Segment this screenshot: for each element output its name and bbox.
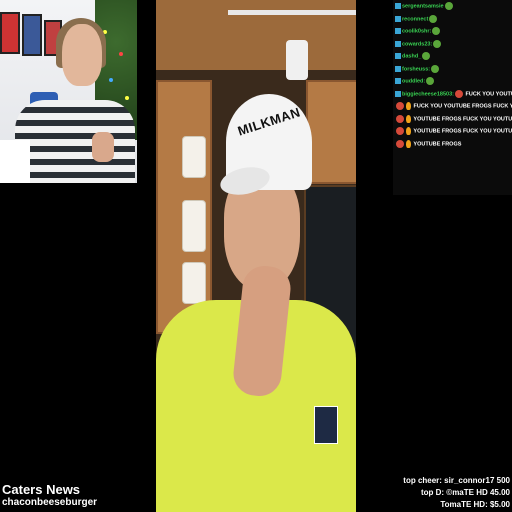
chat-username[interactable]: cowards23: (402, 41, 432, 47)
track-light-rail (228, 10, 356, 15)
desk-corner (0, 140, 30, 183)
top-donation-label: top D: ©maTE HD 45.00 (421, 488, 510, 497)
frog-emote-icon (429, 14, 438, 23)
chat-badge-icon (395, 28, 401, 34)
second-donation-label: TomaTE HD: $5.00 (440, 500, 510, 509)
chat-line: sergeantsamsie (395, 2, 454, 10)
caters-news-text: Caters News (2, 482, 81, 497)
chat-panel: sergeantsamsie reconnect coolik0shr: coward… (393, 0, 512, 195)
chat-line: FUCK YOU YOUTUBE FROGS FUCK YOU (395, 102, 512, 110)
chat-line: YOUTUBE FROGS FUCK YOU YOUTUBE FROGS (395, 114, 512, 123)
frog-emote-icon (422, 52, 431, 60)
username-text: chaconbeeseburger (2, 497, 98, 508)
jar-3 (182, 262, 206, 304)
chat-username[interactable]: sergeantsamsie (402, 3, 444, 9)
frog-emote-icon (396, 139, 404, 148)
chat-line: YOUTUBE FROGS FUCK YOU YOUTUBE FROGS (395, 127, 512, 135)
chat-badge-icon (395, 3, 401, 9)
wall-poster-2 (22, 14, 42, 56)
chat-message-tail: FUCK YOU YOUTUBE FROGS (462, 128, 512, 135)
chat-line: forsheuss: (395, 64, 440, 73)
chat-username[interactable]: dashd_ (402, 53, 421, 59)
wall-poster-1 (0, 12, 20, 54)
frog-emote-icon (454, 89, 463, 98)
second-donation-text: TomaTE HD: $5.00 (440, 500, 510, 509)
top-cheer-text: top cheer: sir_connor17 500 (403, 476, 510, 485)
shirt-logo (314, 406, 338, 444)
frog-emote-icon (426, 77, 435, 85)
frog-emote-icon (431, 64, 440, 73)
flame-emote-icon (406, 114, 411, 123)
frog-emote-icon (396, 127, 404, 135)
chat-line: coolik0shr: (395, 27, 441, 35)
caters-news-watermark: Caters News (2, 482, 80, 497)
chat-line: YOUTUBE FROGS (395, 139, 462, 148)
frog-emote-icon (432, 27, 441, 35)
chat-line: ouddled: (395, 77, 435, 85)
striped-sweater (15, 100, 135, 183)
chat-username[interactable]: ouddled: (402, 78, 425, 84)
jar-1 (182, 136, 206, 178)
chat-username[interactable]: reconnect (402, 16, 428, 22)
chat-message-tail: FUCK YOU YOUTUBE FROGS (462, 115, 512, 122)
chat-line: dashd_ (395, 52, 431, 60)
chat-badge-icon (395, 40, 401, 47)
chat-line: reconnect (395, 14, 438, 23)
chat-badge-icon (395, 65, 401, 72)
flame-emote-icon (406, 139, 411, 148)
jar-2 (182, 200, 206, 252)
flame-emote-icon (406, 102, 411, 110)
chat-message: FUCK YOU YOUTUBE FROGS (412, 103, 494, 110)
flame-emote-icon (406, 127, 411, 135)
frog-emote-icon (396, 114, 404, 123)
main-video: MILKMAN (156, 0, 356, 512)
username-label: chaconbeeseburger (2, 497, 97, 508)
chat-message-tail: FUCK YOU (493, 103, 512, 110)
chat-username[interactable]: biggiecheese18503: (402, 91, 454, 97)
frog-emote-icon (444, 2, 453, 10)
chat-badge-icon (395, 15, 401, 22)
chat-message: FUCK YOU YOUTUBE FROGS (465, 90, 512, 97)
chat-message: YOUTUBE FROGS (412, 140, 462, 147)
top-donation-text: top D: ©maTE HD 45.00 (420, 488, 510, 497)
track-lamp (286, 40, 308, 80)
chat-username[interactable]: coolik0shr: (402, 28, 431, 34)
chat-line: cowards23: (395, 39, 442, 48)
streamer-face (62, 24, 102, 86)
top-cheer-label: top cheer: sir_connor17 500 (403, 476, 510, 485)
chat-message: YOUTUBE FROGS (412, 115, 463, 122)
chat-badge-icon (395, 53, 401, 59)
chat-badge-icon (395, 78, 401, 84)
chat-line: biggiecheese18503: FUCK YOU YOUTUBE FROG… (395, 89, 512, 98)
frog-emote-icon (433, 39, 442, 48)
chat-badge-icon (395, 90, 401, 97)
frog-emote-icon (396, 102, 404, 110)
wood-cabinet-right (306, 80, 356, 184)
streamer-webcam (0, 0, 137, 183)
chat-message: YOUTUBE FROGS (412, 128, 463, 135)
streamer-hand (92, 132, 114, 162)
chat-username[interactable]: forsheuss: (402, 66, 430, 72)
